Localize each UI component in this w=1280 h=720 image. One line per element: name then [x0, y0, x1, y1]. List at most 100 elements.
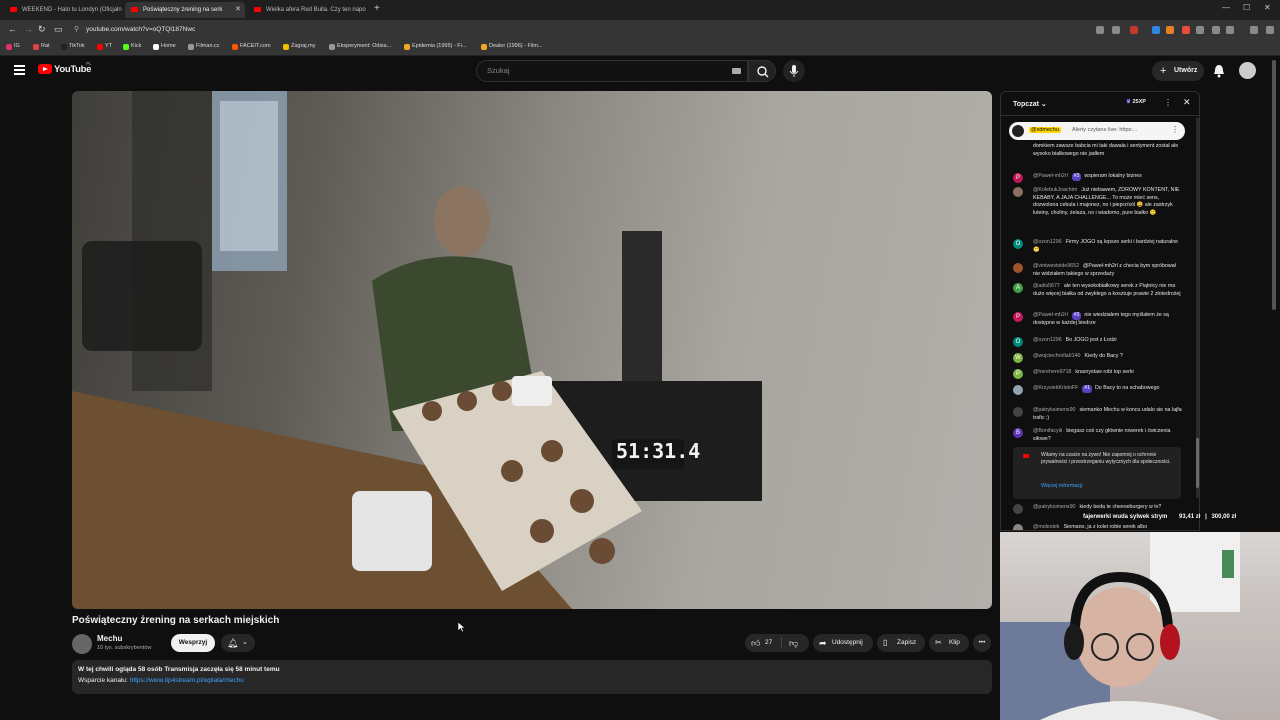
search-button[interactable] — [748, 60, 776, 82]
message-author[interactable]: @Paweł-mh2rl — [1033, 312, 1068, 318]
chevron-down-icon: ⌄ — [1040, 101, 1047, 108]
save-button[interactable]: ▯ Zapisz — [877, 634, 925, 652]
reload-icon[interactable]: ↻ — [38, 24, 46, 35]
bookmark-item[interactable]: Epidemia (1995) - Fi... — [404, 43, 466, 50]
bookmark-item[interactable]: FACEIT.com — [232, 43, 271, 50]
browser-tab[interactable]: WEEKEND - Halo tu Londyn (Oficjaln — [4, 2, 122, 18]
channel-name[interactable]: Mechu — [97, 634, 122, 643]
video-description[interactable]: W tej chwili ogląda 58 osób Transmisja z… — [72, 660, 992, 694]
chat-scrollbar[interactable] — [1196, 118, 1199, 498]
extension-icon[interactable] — [1112, 26, 1120, 34]
share-button[interactable]: ➦ Udostępnij — [813, 634, 873, 652]
thumbs-down-icon[interactable]: 👎︎ — [789, 634, 798, 652]
extensions-puzzle-icon[interactable] — [1196, 26, 1204, 34]
message-author[interactable]: @Bonifacyiii — [1033, 428, 1062, 434]
message-author[interactable]: @Paweł-mh2rl — [1033, 173, 1068, 179]
hamburger-menu-icon[interactable] — [14, 65, 25, 75]
new-tab-button[interactable]: + — [374, 3, 380, 14]
extension-icon[interactable] — [1182, 26, 1190, 34]
browser-tab[interactable]: Wielka afera Red Bulla. Czy ten napo — [248, 2, 368, 18]
author-avatar[interactable]: O — [1013, 337, 1023, 347]
author-avatar[interactable]: P — [1013, 312, 1023, 322]
close-window-icon[interactable]: ✕ — [1264, 3, 1271, 12]
message-author[interactable]: @patryksimens90 — [1033, 504, 1075, 510]
extension-icon[interactable] — [1166, 26, 1174, 34]
maximize-icon[interactable]: ☐ — [1243, 3, 1250, 12]
back-icon[interactable]: ← — [8, 24, 17, 34]
author-avatar[interactable]: O — [1013, 239, 1023, 249]
support-button[interactable]: Wesprzyj — [171, 634, 215, 652]
message-author[interactable]: @herehere9718 — [1033, 369, 1071, 375]
bookmark-item[interactable]: Kick — [123, 43, 141, 50]
extension-icon[interactable] — [1130, 26, 1138, 34]
user-avatar[interactable] — [1239, 62, 1256, 79]
channel-avatar[interactable] — [72, 634, 92, 654]
download-icon[interactable] — [1212, 26, 1220, 34]
more-actions-button[interactable]: ••• — [973, 634, 991, 652]
voice-search-button[interactable] — [783, 60, 805, 82]
pinned-text: Alerty czytane live: https:... — [1072, 127, 1138, 133]
keyboard-icon[interactable] — [732, 68, 741, 74]
author-avatar[interactable]: P — [1013, 369, 1023, 379]
message-author[interactable]: @ozon1296 — [1033, 239, 1062, 245]
bookmark-item[interactable]: Home — [153, 43, 176, 50]
support-link[interactable]: https://www.tip4stream.pl/wplata/mechu — [130, 677, 244, 684]
browser-tab-active[interactable]: Poświąteczny żrening na serk ✕ — [125, 2, 245, 18]
author-avatar[interactable] — [1013, 385, 1023, 395]
bookmark-item[interactable]: Rat — [33, 43, 50, 50]
message-author[interactable]: @molestek — [1033, 524, 1060, 530]
chat-more-icon[interactable]: ⋮ — [1164, 98, 1172, 107]
link-icon[interactable] — [1226, 26, 1234, 34]
message-text: Siemano, ja z kolei robie serek albo — [1063, 524, 1148, 530]
bookmark-item[interactable]: Filman.cc — [188, 43, 220, 50]
message-author[interactable]: @ozon1296 — [1033, 337, 1062, 343]
forward-icon[interactable]: → — [24, 24, 33, 34]
bookmark-item[interactable]: TikTok — [61, 43, 85, 50]
author-avatar[interactable]: A — [1013, 283, 1023, 293]
youtube-logo-icon[interactable] — [38, 64, 52, 74]
bookmark-item[interactable]: IG — [6, 43, 20, 50]
pinned-more-icon[interactable]: ⋮ — [1171, 125, 1179, 134]
author-avatar[interactable]: P — [1013, 173, 1023, 183]
bookmark-item[interactable]: Eksperyment: Odsia... — [329, 43, 391, 50]
more-info-link[interactable]: Więcej informacji — [1041, 483, 1083, 489]
site-info-icon[interactable]: ⚲ — [74, 23, 79, 37]
address-bar[interactable]: ⚲ youtube.com/watch?v=oQTQl187Nwc — [72, 23, 1082, 37]
author-avatar[interactable] — [1013, 187, 1023, 197]
chat-scroll-thumb[interactable] — [1196, 438, 1199, 488]
close-tab-icon[interactable]: ✕ — [235, 2, 241, 18]
chat-mode-dropdown[interactable]: Topczat ⌄ — [1013, 100, 1047, 108]
author-avatar[interactable] — [1013, 407, 1023, 417]
search-input[interactable]: Szukaj — [476, 60, 748, 82]
author-avatar[interactable] — [1013, 524, 1023, 530]
bookmark-item[interactable]: YT — [97, 43, 112, 50]
author-avatar[interactable] — [1013, 504, 1023, 514]
subscription-bell-button[interactable]: 🔔︎ ⌄ — [221, 634, 255, 652]
minimize-icon[interactable]: — — [1222, 3, 1230, 12]
menu-dots-icon[interactable] — [1266, 26, 1274, 34]
bookmark-page-icon[interactable]: ▭ — [54, 24, 63, 35]
video-player[interactable]: 51:31.4 — [72, 91, 992, 609]
close-chat-icon[interactable]: ✕ — [1183, 97, 1191, 108]
message-author[interactable]: @wojciechrolla6140 — [1033, 353, 1080, 359]
pinned-message[interactable]: @xdmechu Alerty czytane live: https:... … — [1009, 122, 1185, 140]
bookmark-item[interactable]: Dealer (1996) - Film... — [481, 43, 543, 50]
author-avatar[interactable] — [1013, 263, 1023, 273]
bookmark-item[interactable]: Zagraj.my — [283, 43, 315, 50]
xp-badge[interactable]: ♛ 25XP — [1126, 99, 1146, 105]
extension-icon[interactable] — [1096, 26, 1104, 34]
author-avatar[interactable]: B — [1013, 428, 1023, 438]
author-avatar[interactable]: W — [1013, 353, 1023, 363]
message-author[interactable]: @adis5677 — [1033, 283, 1060, 289]
message-author[interactable]: @KrzysiekKristoFF — [1033, 385, 1078, 391]
message-author[interactable]: @vintwestside9652 — [1033, 263, 1079, 269]
thumbs-up-icon[interactable]: 👍︎ — [751, 634, 760, 652]
message-author[interactable]: @KolebukJoachim — [1033, 187, 1077, 193]
clip-button[interactable]: ✂ Klip — [929, 634, 969, 652]
create-button[interactable]: + Utwórz — [1152, 61, 1204, 81]
playlist-icon[interactable] — [1250, 26, 1258, 34]
extension-icon[interactable] — [1152, 26, 1160, 34]
message-author[interactable]: @patryksimens90 — [1033, 407, 1075, 413]
notifications-bell-icon[interactable] — [1213, 64, 1225, 78]
page-scrollbar[interactable] — [1272, 60, 1276, 310]
